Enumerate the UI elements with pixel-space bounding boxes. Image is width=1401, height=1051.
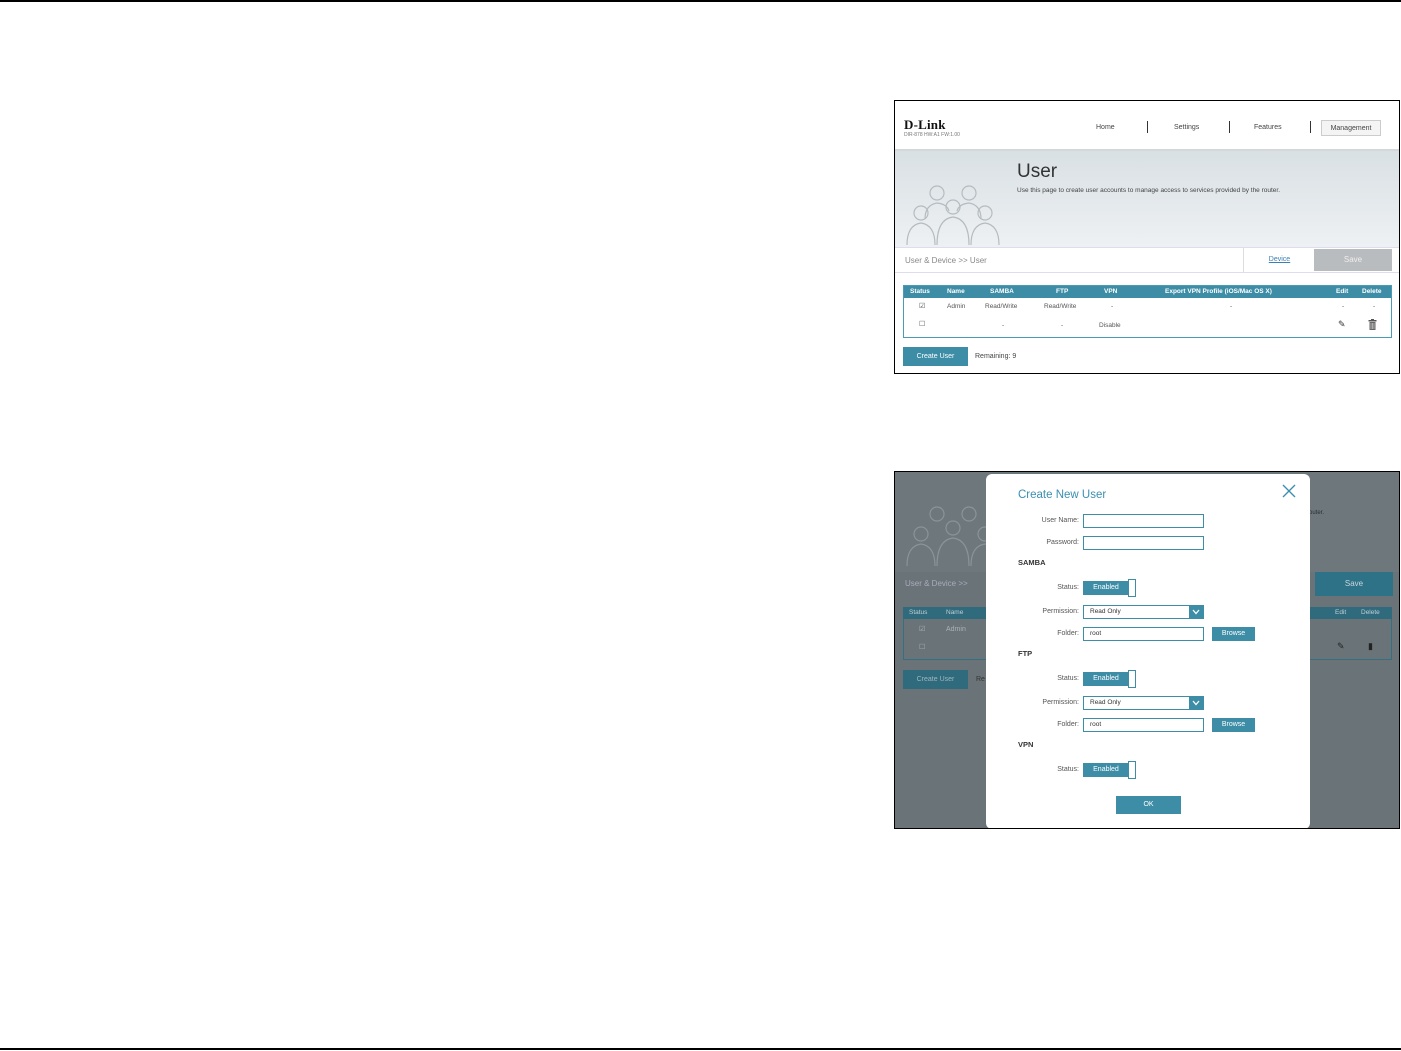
- samba-cell: Read/Write: [985, 303, 1018, 310]
- dimmed-save-button: Save: [1315, 572, 1393, 596]
- edit-pencil-icon[interactable]: ✎: [1338, 319, 1346, 330]
- dimmed-checkbox-icon: ☐: [919, 644, 926, 651]
- toggle-enabled-label: Enabled: [1083, 672, 1129, 686]
- vpn-cell: Disable: [1099, 322, 1121, 329]
- vpn-section-heading: VPN: [1018, 740, 1034, 749]
- ftp-cell: -: [1061, 322, 1064, 329]
- dimmed-checkbox-icon: ☑: [919, 626, 926, 633]
- column-header: FTP: [1056, 288, 1069, 295]
- top-rule: [0, 0, 1401, 2]
- samba-browse-button[interactable]: Browse: [1212, 627, 1255, 641]
- dimmed-header-delete: Delete: [1361, 609, 1380, 616]
- samba-permission-select[interactable]: Read Only: [1083, 605, 1204, 619]
- create-user-dialog-screenshot: router. User & Device >> Save Status Nam…: [894, 471, 1400, 829]
- user-page-screenshot: D-Link DIR-878 HW:A1 FW:1.00 Home Settin…: [894, 100, 1400, 374]
- column-header: Edit: [1336, 288, 1349, 295]
- nav-home[interactable]: Home: [1096, 124, 1115, 131]
- user-name-input[interactable]: [1083, 514, 1204, 528]
- ftp-browse-button[interactable]: Browse: [1212, 718, 1255, 732]
- toggle-enabled-label: Enabled: [1083, 581, 1129, 595]
- samba-status-toggle[interactable]: Enabled: [1083, 579, 1138, 597]
- samba-folder-label: Folder:: [1057, 630, 1079, 637]
- users-group-icon: [906, 185, 1000, 245]
- dimmed-admin-cell: Admin: [946, 626, 966, 633]
- column-header: Delete: [1362, 288, 1382, 295]
- toggle-enabled-label: Enabled: [1083, 763, 1129, 777]
- page-title: User: [1017, 161, 1058, 182]
- nav-divider: [1310, 121, 1311, 133]
- table-header: Status Name SAMBA FTP VPN Export VPN Pro…: [904, 286, 1391, 298]
- user-table: Status Name SAMBA FTP VPN Export VPN Pro…: [903, 285, 1392, 338]
- nav-divider: [1229, 121, 1230, 133]
- bottom-rule: [0, 1048, 1401, 1050]
- user-name-cell: Admin: [947, 303, 966, 310]
- ftp-permission-select[interactable]: Read Only: [1083, 696, 1204, 710]
- user-name-label: User Name:: [1041, 517, 1079, 524]
- samba-folder-input[interactable]: root: [1083, 627, 1204, 641]
- remaining-count: Remaining: 9: [975, 353, 1017, 360]
- ftp-folder-label: Folder:: [1057, 721, 1079, 728]
- vpn-cell: -: [1111, 303, 1114, 310]
- create-user-button[interactable]: Create User: [903, 347, 968, 366]
- select-value: Read Only: [1090, 608, 1121, 615]
- delete-trash-icon[interactable]: [1368, 319, 1377, 330]
- password-label: Password:: [1046, 539, 1079, 546]
- column-header: VPN: [1104, 288, 1118, 295]
- ftp-permission-label: Permission:: [1042, 699, 1079, 706]
- ftp-status-label: Status:: [1057, 675, 1079, 682]
- create-user-modal: Create New User User Name: Password: SAM…: [986, 474, 1310, 828]
- nav-management[interactable]: Management: [1321, 120, 1381, 136]
- password-input[interactable]: [1083, 536, 1204, 550]
- dimmed-breadcrumb: User & Device >>: [905, 579, 968, 588]
- page-banner: User Use this page to create user accoun…: [895, 151, 1399, 247]
- dimmed-create-user-button: Create User: [903, 670, 968, 689]
- breadcrumb: User & Device >> User: [905, 256, 987, 265]
- dimmed-pencil-icon: ✎: [1337, 641, 1345, 651]
- nav-settings[interactable]: Settings: [1174, 124, 1199, 131]
- export-cell: -: [1230, 303, 1233, 310]
- chevron-down-icon: [1189, 697, 1203, 709]
- toggle-knob: [1128, 761, 1136, 779]
- vpn-status-label: Status:: [1057, 766, 1079, 773]
- vpn-status-toggle[interactable]: Enabled: [1083, 761, 1138, 779]
- column-header: Name: [947, 288, 965, 295]
- modal-title: Create New User: [1018, 489, 1107, 501]
- dimmed-remaining-fragment: Re: [976, 676, 985, 683]
- column-header: Export VPN Profile (iOS/Mac OS X): [1165, 288, 1272, 295]
- nav-features[interactable]: Features: [1254, 124, 1282, 131]
- status-checkbox-checked[interactable]: ☑: [919, 302, 925, 310]
- toggle-knob: [1128, 670, 1136, 688]
- device-link[interactable]: Device: [1243, 248, 1315, 272]
- dlink-logo: D-Link: [904, 117, 946, 132]
- save-button[interactable]: Save: [1314, 249, 1392, 271]
- status-checkbox[interactable]: ☐: [919, 320, 925, 328]
- dimmed-header-edit: Edit: [1335, 609, 1347, 616]
- samba-cell: -: [1002, 322, 1005, 329]
- column-header: Status: [910, 288, 930, 295]
- chevron-down-icon: [1189, 606, 1203, 618]
- column-header: SAMBA: [990, 288, 1014, 295]
- model-info: DIR-878 HW:A1 FW:1.00: [904, 132, 960, 138]
- close-icon[interactable]: [1280, 482, 1298, 500]
- samba-section-heading: SAMBA: [1018, 558, 1046, 567]
- ftp-status-toggle[interactable]: Enabled: [1083, 670, 1138, 688]
- select-value: Read Only: [1090, 699, 1121, 706]
- nav-divider: [1147, 121, 1148, 133]
- toggle-knob: [1128, 579, 1136, 597]
- dimmed-trash-icon: ▮: [1368, 641, 1373, 651]
- ftp-folder-input[interactable]: root: [1083, 718, 1204, 732]
- dimmed-header-status: Status: [909, 609, 928, 616]
- ftp-cell: Read/Write: [1044, 303, 1077, 310]
- delete-cell: -: [1373, 303, 1376, 310]
- page-description: Use this page to create user accounts to…: [1017, 187, 1281, 194]
- ftp-section-heading: FTP: [1018, 649, 1033, 658]
- ok-button[interactable]: OK: [1116, 796, 1181, 814]
- dimmed-header-name: Name: [946, 609, 964, 616]
- samba-permission-label: Permission:: [1042, 608, 1079, 615]
- top-header: D-Link DIR-878 HW:A1 FW:1.00 Home Settin…: [895, 101, 1399, 151]
- breadcrumb-bar: User & Device >> User Device Save: [895, 247, 1399, 273]
- edit-cell: -: [1342, 303, 1345, 310]
- samba-status-label: Status:: [1057, 584, 1079, 591]
